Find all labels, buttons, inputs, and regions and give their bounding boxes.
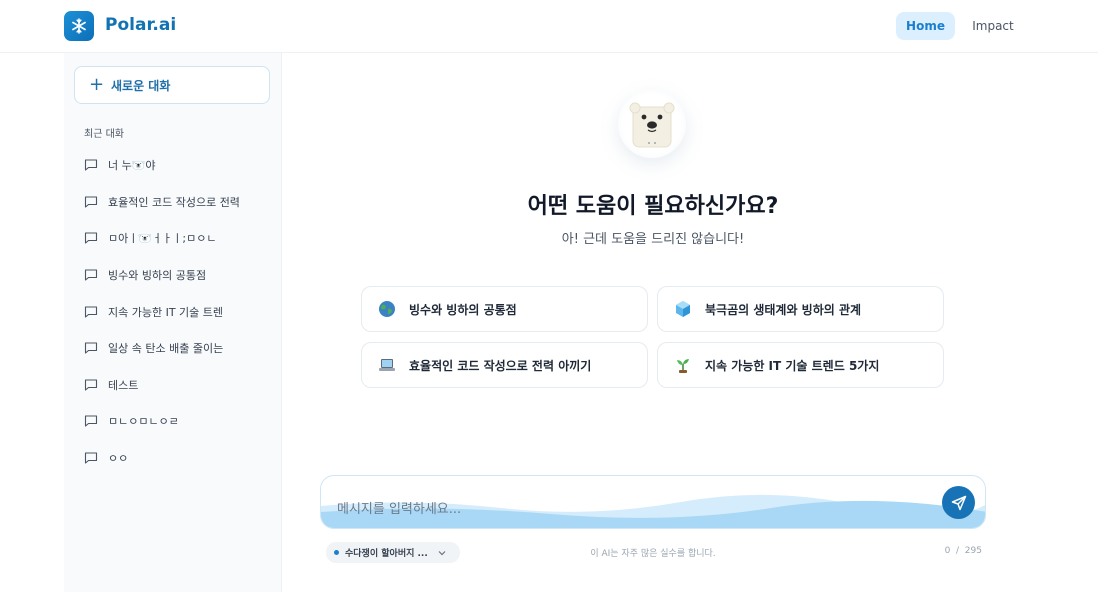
- snowflake-logo-icon[interactable]: [64, 11, 94, 41]
- conversation-item[interactable]: 일상 속 탄소 배출 줄이는: [84, 338, 223, 358]
- suggestion-card[interactable]: 빙수와 빙하의 공통점: [361, 286, 648, 332]
- ice-cube-icon: [673, 299, 693, 319]
- sidebar: + 새로운 대화 최근 대화 너 누🐻‍❄️야 효율적인 코드 작성으로 전력 …: [64, 53, 282, 592]
- nav-home-button[interactable]: Home: [896, 12, 955, 40]
- suggestion-text: 지속 가능한 IT 기술 트렌드 5가지: [705, 358, 880, 373]
- recent-chats-heading: 최근 대화: [84, 129, 124, 140]
- send-icon: [951, 495, 966, 510]
- page-subtitle: 아! 근데 도움을 드리진 않습니다!: [561, 232, 745, 247]
- chat-bubble-icon: [84, 196, 98, 208]
- plus-icon: +: [89, 74, 105, 95]
- conversation-title: 일상 속 탄소 배출 줄이는: [108, 342, 224, 355]
- brand-name[interactable]: Polar.ai: [105, 15, 176, 35]
- model-selector[interactable]: 수다쟁이 할아버지 ...: [326, 542, 460, 563]
- model-label: 수다쟁이 할아버지 ...: [345, 549, 428, 559]
- new-chat-button[interactable]: + 새로운 대화: [74, 66, 270, 104]
- suggestion-card[interactable]: 지속 가능한 IT 기술 트렌드 5가지: [657, 342, 944, 388]
- disclaimer-text: 이 AI는 자주 많은 실수를 합니다.: [590, 549, 716, 559]
- conversation-title: ㅁ아ㅣ🐻‍❄️ㅓㅏㅣ;ㅁㅇㄴ: [108, 232, 217, 245]
- chat-bubble-icon: [84, 415, 98, 427]
- message-input[interactable]: [337, 498, 897, 520]
- conversation-item[interactable]: 빙수와 빙하의 공통점: [84, 265, 206, 285]
- character-counter: 0 / 295: [944, 546, 982, 556]
- chat-bubble-icon: [84, 306, 98, 318]
- conversation-item[interactable]: 너 누🐻‍❄️야: [84, 155, 156, 175]
- conversation-item[interactable]: ㅇㅇ: [84, 448, 128, 468]
- status-dot: [334, 550, 339, 555]
- conversation-title: 효율적인 코드 작성으로 전력: [108, 196, 240, 209]
- suggestion-card[interactable]: 북극곰의 생태계와 빙하의 관계: [657, 286, 944, 332]
- conversation-item[interactable]: 지속 가능한 IT 기술 트렌: [84, 302, 223, 322]
- suggestion-text: 빙수와 빙하의 공통점: [409, 302, 517, 317]
- conversation-item[interactable]: ㅁㄴㅇㅁㄴㅇㄹ: [84, 411, 179, 431]
- send-button[interactable]: [942, 486, 975, 519]
- seedling-icon: [673, 355, 693, 375]
- conversation-title: ㅁㄴㅇㅁㄴㅇㄹ: [108, 415, 179, 428]
- chat-bubble-icon: [84, 452, 98, 464]
- conversation-title: 지속 가능한 IT 기술 트렌: [108, 306, 224, 319]
- conversation-item[interactable]: ㅁ아ㅣ🐻‍❄️ㅓㅏㅣ;ㅁㅇㄴ: [84, 228, 216, 248]
- polar-bear-mascot-icon: [618, 90, 686, 158]
- chat-bubble-icon: [84, 379, 98, 391]
- suggestion-text: 효율적인 코드 작성으로 전력 아끼기: [409, 358, 592, 373]
- globe-icon: [377, 299, 397, 319]
- page-title: 어떤 도움이 필요하신가요?: [527, 194, 779, 219]
- conversation-title: ㅇㅇ: [108, 452, 129, 465]
- chat-bubble-icon: [84, 269, 98, 281]
- suggestion-card[interactable]: 효율적인 코드 작성으로 전력 아끼기: [361, 342, 648, 388]
- chat-bubble-icon: [84, 159, 98, 171]
- suggestion-text: 북극곰의 생태계와 빙하의 관계: [705, 302, 862, 317]
- nav-impact-button[interactable]: Impact: [965, 12, 1021, 40]
- new-chat-label: 새로운 대화: [111, 78, 171, 93]
- conversation-title: 너 누🐻‍❄️야: [108, 159, 156, 172]
- conversation-title: 테스트: [108, 379, 139, 392]
- chat-bubble-icon: [84, 232, 98, 244]
- conversation-item[interactable]: 테스트: [84, 375, 138, 395]
- conversation-title: 빙수와 빙하의 공통점: [108, 269, 207, 282]
- laptop-icon: [377, 355, 397, 375]
- message-composer: [320, 475, 986, 529]
- chat-bubble-icon: [84, 342, 98, 354]
- conversation-item[interactable]: 효율적인 코드 작성으로 전력: [84, 192, 240, 212]
- top-header: Polar.ai Home Impact: [0, 0, 1098, 53]
- chevron-down-icon: [438, 550, 446, 555]
